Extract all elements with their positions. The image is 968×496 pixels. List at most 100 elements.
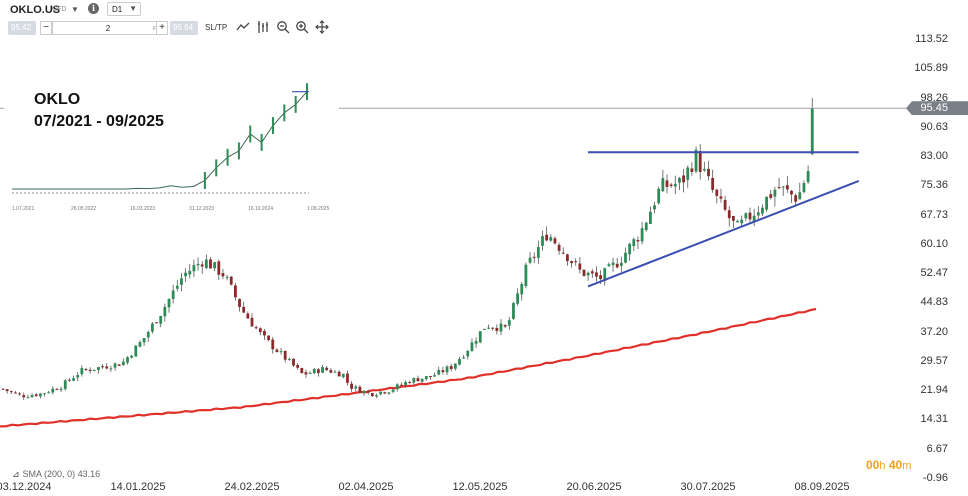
inset-period: 07/2021 - 09/2025 <box>34 113 164 130</box>
candle-bull <box>781 186 785 188</box>
candle-bear <box>590 271 594 274</box>
candle-bull <box>507 320 511 326</box>
candle-bear <box>599 275 602 280</box>
candle-bull <box>109 368 113 370</box>
candle-bull <box>196 263 200 266</box>
candle-bull <box>379 391 383 395</box>
candle-bull <box>404 382 407 385</box>
candle-bull <box>97 367 100 370</box>
candle-bull <box>628 243 632 255</box>
candle-bull <box>424 376 428 380</box>
price-tick-label: 29.57 <box>920 354 948 367</box>
candle-bear <box>254 327 258 329</box>
candle-bear <box>570 261 573 264</box>
candle-bear <box>578 263 582 270</box>
sma-200-line <box>0 307 817 428</box>
candle-bear <box>229 276 233 285</box>
candle-bear <box>350 383 353 389</box>
candle-bull <box>213 262 217 269</box>
candle-bull <box>138 342 142 347</box>
candle-bull <box>167 298 171 308</box>
candle-bear <box>408 382 412 384</box>
candle-bull <box>192 265 196 272</box>
candle-bear <box>545 234 549 241</box>
candle-bear <box>346 373 349 383</box>
candle-bear <box>715 189 719 196</box>
candle-bear <box>665 180 669 187</box>
candle-bear <box>503 325 507 327</box>
candle-bull <box>59 388 63 390</box>
candle-bull <box>433 375 436 377</box>
price-tick-label: 83.00 <box>920 150 948 163</box>
inset-date-label: 26.05.2022 <box>71 206 96 212</box>
candle-countdown: 00h 40m <box>866 458 911 472</box>
inset-date-label: 1.07.2021 <box>12 206 34 212</box>
candle-bear <box>711 178 715 190</box>
sma-indicator-label[interactable]: ⊿ SMA (200, 0) 43.16 <box>12 469 100 480</box>
candle-bear <box>209 259 212 269</box>
candle-bear <box>561 252 565 254</box>
candle-bull <box>657 188 661 204</box>
candle-bull <box>462 357 466 359</box>
candle-bear <box>329 370 333 373</box>
price-tick-label: 90.63 <box>920 120 948 133</box>
candle-bear <box>238 298 241 308</box>
countdown-hours-unit: h <box>879 460 886 472</box>
price-tick-label: 105.89 <box>914 62 948 75</box>
candle-bull <box>80 368 84 375</box>
candle-bear <box>794 195 798 202</box>
candle-bear <box>155 322 158 324</box>
candle-bull <box>151 323 154 332</box>
candle-bull <box>740 219 744 224</box>
candle-bear <box>669 184 673 186</box>
candle-bear <box>304 372 308 375</box>
candle-bull <box>420 378 424 382</box>
candle-bull <box>445 366 449 373</box>
candle-bull <box>225 276 229 278</box>
candle-bull <box>30 395 34 398</box>
candle-bull <box>483 328 486 330</box>
candle-bear <box>727 210 731 219</box>
price-tick-label: 67.73 <box>920 208 948 221</box>
candle-bull <box>375 395 378 397</box>
candle-bear <box>296 365 300 368</box>
candle-bear <box>566 254 569 262</box>
candle-bear <box>1 388 5 390</box>
candle-bull <box>287 358 291 360</box>
candle-bear <box>400 384 403 386</box>
candle-bull <box>341 373 345 378</box>
candle-bull <box>321 367 324 373</box>
candle-bear <box>557 244 561 251</box>
candle-bull <box>686 167 690 180</box>
candle-bear <box>200 264 204 267</box>
candle-bull <box>175 285 179 289</box>
candle-bull <box>387 392 391 394</box>
candle-bull <box>619 262 623 266</box>
candle-bear <box>790 190 793 195</box>
candle-bear <box>682 175 685 183</box>
date-tick-label: 03.12.2024 <box>0 481 52 493</box>
candle-bull <box>798 192 802 200</box>
candle-bull <box>180 278 183 285</box>
price-tick-label: 60.10 <box>920 237 948 250</box>
candle-bull <box>142 338 146 343</box>
candle-bull <box>536 247 540 258</box>
candle-bear <box>246 313 250 319</box>
candle-bull <box>611 262 615 266</box>
candle-bull <box>516 293 519 304</box>
date-tick-label: 24.02.2025 <box>224 481 280 493</box>
candle-bear <box>732 216 735 221</box>
candle-bull <box>279 351 283 353</box>
candle-bull <box>644 222 648 231</box>
inset-title: OKLO <box>34 91 81 108</box>
candle-bear <box>317 369 320 374</box>
candle-bull <box>458 359 461 365</box>
candle-bull <box>773 189 777 197</box>
countdown-hours: 00 <box>866 458 880 472</box>
candle-bull <box>520 284 524 295</box>
candle-bear <box>636 239 640 242</box>
price-tick-label: 14.31 <box>920 413 948 426</box>
candle-bull <box>474 340 478 344</box>
candle-bear <box>5 389 9 392</box>
candle-bear <box>707 168 710 177</box>
